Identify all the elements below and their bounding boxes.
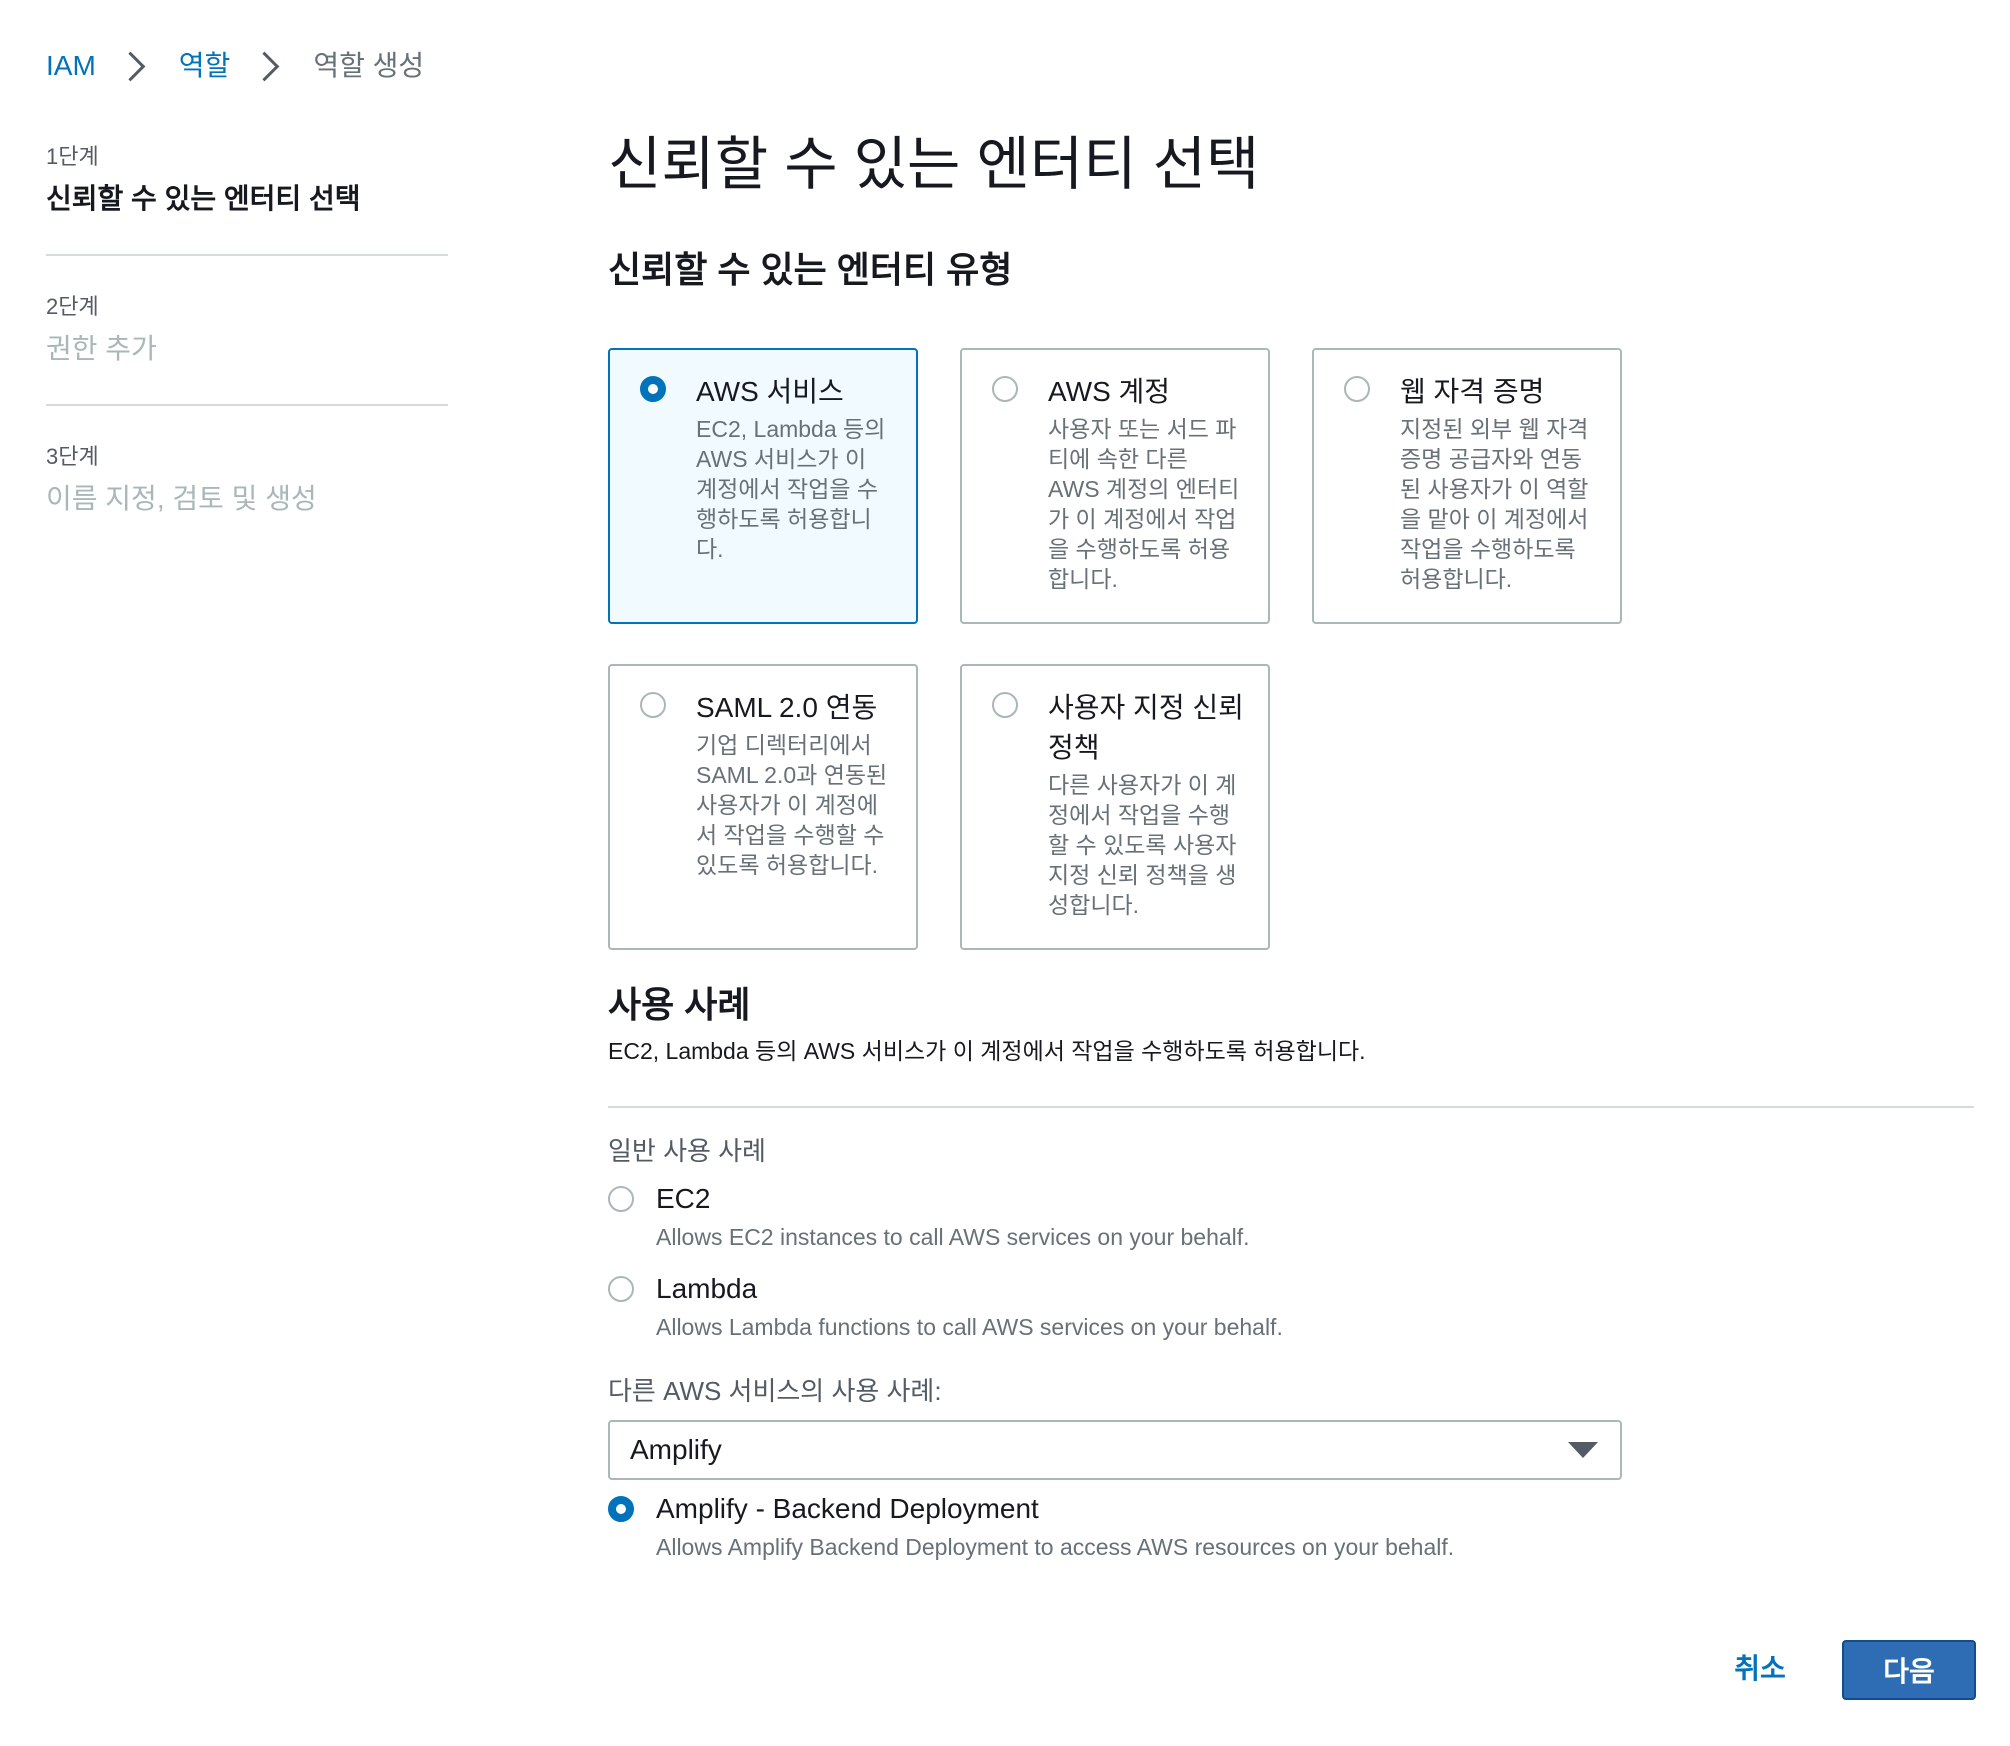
- radio-selected-icon[interactable]: [640, 376, 666, 402]
- entity-tile-custom-trust-policy[interactable]: 사용자 지정 신뢰 정책 다른 사용자가 이 계정에서 작업을 수행할 수 있도…: [960, 664, 1270, 950]
- wizard-steps: 1단계 신뢰할 수 있는 엔터티 선택 2단계 권한 추가 3단계 이름 지정,…: [46, 140, 448, 588]
- other-service-label: 다른 AWS 서비스의 사용 사례:: [608, 1376, 942, 1406]
- step-title: 이름 지정, 검토 및 생성: [46, 483, 317, 514]
- next-button[interactable]: 다음: [1842, 1640, 1976, 1700]
- radio-icon[interactable]: [608, 1276, 634, 1302]
- step-number: 1단계: [46, 144, 99, 169]
- breadcrumb-current: 역할 생성: [313, 50, 425, 81]
- tile-description: 기업 디렉터리에서 SAML 2.0과 연동된 사용자가 이 계정에서 작업을 …: [696, 732, 888, 878]
- breadcrumb: IAM 역할 역할 생성: [46, 44, 424, 88]
- service-select-value: Amplify: [630, 1434, 722, 1465]
- step-2: 2단계 권한 추가: [46, 290, 448, 406]
- option-title: Amplify - Backend Deployment: [656, 1493, 1039, 1524]
- tile-title: 사용자 지정 신뢰 정책: [1048, 692, 1244, 763]
- use-case-description: EC2, Lambda 등의 AWS 서비스가 이 계정에서 작업을 수행하도록…: [608, 1038, 1366, 1064]
- tile-title: AWS 서비스: [696, 376, 844, 407]
- chevron-right-icon: [249, 51, 280, 81]
- tile-title: 웹 자격 증명: [1400, 376, 1545, 407]
- entity-tile-web-identity[interactable]: 웹 자격 증명 지정된 외부 웹 자격 증명 공급자와 연동된 사용자가 이 역…: [1312, 348, 1622, 624]
- service-select[interactable]: Amplify: [608, 1420, 1622, 1480]
- option-description: Allows Amplify Backend Deployment to acc…: [656, 1534, 1455, 1560]
- step-1: 1단계 신뢰할 수 있는 엔터티 선택: [46, 140, 448, 256]
- entity-tile-aws-service[interactable]: AWS 서비스 EC2, Lambda 등의 AWS 서비스가 이 계정에서 작…: [608, 348, 918, 624]
- tile-description: EC2, Lambda 등의 AWS 서비스가 이 계정에서 작업을 수행하도록…: [696, 416, 886, 562]
- use-case-option-lambda[interactable]: Lambda Allows Lambda functions to call A…: [608, 1268, 1808, 1344]
- radio-icon[interactable]: [992, 692, 1018, 718]
- divider: [608, 1106, 1974, 1108]
- main-content: 신뢰할 수 있는 엔터티 선택 신뢰할 수 있는 엔터티 유형 AWS 서비스 …: [608, 120, 1974, 1560]
- radio-icon[interactable]: [608, 1186, 634, 1212]
- entity-section-title: 신뢰할 수 있는 엔터티 유형: [608, 249, 1013, 290]
- option-title: EC2: [656, 1183, 711, 1214]
- cancel-button[interactable]: 취소: [1720, 1646, 1800, 1692]
- step-number: 2단계: [46, 294, 99, 319]
- step-title: 권한 추가: [46, 333, 157, 364]
- tile-description: 지정된 외부 웹 자격 증명 공급자와 연동된 사용자가 이 역할을 맡아 이 …: [1400, 416, 1589, 592]
- use-case-option-amplify-backend[interactable]: Amplify - Backend Deployment Allows Ampl…: [608, 1488, 1808, 1564]
- radio-icon[interactable]: [640, 692, 666, 718]
- radio-selected-icon[interactable]: [608, 1496, 634, 1522]
- tile-description: 사용자 또는 서드 파티에 속한 다른 AWS 계정의 엔터티가 이 계정에서 …: [1048, 416, 1240, 592]
- option-description: Allows Lambda functions to call AWS serv…: [656, 1314, 1283, 1340]
- breadcrumb-roles-link[interactable]: 역할: [179, 44, 231, 88]
- use-case-title: 사용 사례: [608, 984, 751, 1025]
- step-3: 3단계 이름 지정, 검토 및 생성: [46, 440, 448, 554]
- tile-description: 다른 사용자가 이 계정에서 작업을 수행할 수 있도록 사용자 지정 신뢰 정…: [1048, 772, 1237, 918]
- radio-icon[interactable]: [992, 376, 1018, 402]
- common-use-cases-label: 일반 사용 사례: [608, 1136, 766, 1166]
- entity-tile-saml[interactable]: SAML 2.0 연동 기업 디렉터리에서 SAML 2.0과 연동된 사용자가…: [608, 664, 918, 950]
- page-title: 신뢰할 수 있는 엔터티 선택: [608, 132, 1260, 197]
- entity-tile-aws-account[interactable]: AWS 계정 사용자 또는 서드 파티에 속한 다른 AWS 계정의 엔터티가 …: [960, 348, 1270, 624]
- step-title-active: 신뢰할 수 있는 엔터티 선택: [46, 183, 361, 214]
- option-description: Allows EC2 instances to call AWS service…: [656, 1224, 1250, 1250]
- option-title: Lambda: [656, 1273, 758, 1304]
- chevron-right-icon: [115, 51, 146, 81]
- step-number: 3단계: [46, 444, 99, 469]
- breadcrumb-iam-link[interactable]: IAM: [46, 44, 96, 88]
- tile-title: AWS 계정: [1048, 376, 1171, 407]
- radio-icon[interactable]: [1344, 376, 1370, 402]
- caret-down-icon: [1568, 1442, 1598, 1458]
- use-case-option-ec2[interactable]: EC2 Allows EC2 instances to call AWS ser…: [608, 1178, 1808, 1254]
- tile-title: SAML 2.0 연동: [696, 692, 878, 723]
